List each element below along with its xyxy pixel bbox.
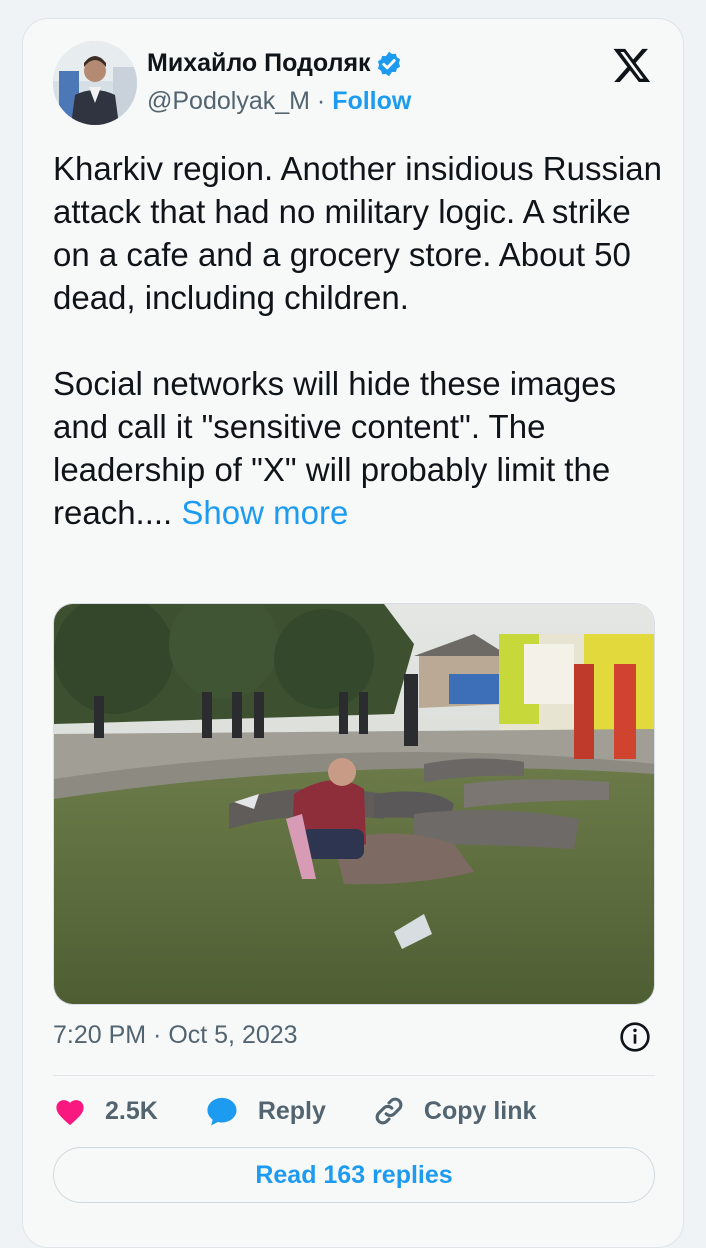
like-count: 2.5K: [105, 1096, 158, 1125]
copy-link-button[interactable]: Copy link: [372, 1094, 537, 1128]
follow-button[interactable]: Follow: [332, 87, 411, 115]
author-handle[interactable]: @Podolyak_M: [147, 87, 310, 115]
link-icon: [375, 1097, 403, 1125]
action-bar: 2.5K Reply Copy link: [53, 1091, 582, 1131]
info-icon[interactable]: [619, 1021, 651, 1053]
verified-badge-icon: [377, 51, 400, 76]
handle-separator: ·: [316, 87, 333, 115]
tweet-text: Kharkiv region. Another insidious Russia…: [53, 147, 665, 534]
tweet-paragraph: Kharkiv region. Another insidious Russia…: [53, 147, 665, 319]
reply-button[interactable]: Reply: [204, 1095, 326, 1127]
reply-label: Reply: [257, 1096, 326, 1125]
reply-bubble-icon: [207, 1097, 237, 1126]
divider: [53, 1075, 655, 1076]
tweet-photo[interactable]: [53, 603, 655, 1005]
avatar[interactable]: [53, 41, 137, 125]
handle-row: @Podolyak_M · Follow: [147, 87, 411, 116]
tweet-card: Михайло Подоляк @Podolyak_M · Follow Kha…: [22, 18, 684, 1248]
tweet-timestamp[interactable]: 7:20 PM · Oct 5, 2023: [53, 1021, 298, 1050]
tweet-paragraph: Social networks will hide these images a…: [53, 362, 665, 534]
author-name-text[interactable]: Михайло Подоляк: [147, 49, 371, 78]
show-more-link[interactable]: Show more: [181, 494, 348, 531]
tweet-paragraph-1: Kharkiv region. Another insidious Russia…: [53, 150, 663, 316]
author-name[interactable]: Михайло Подоляк: [147, 49, 403, 78]
read-replies-label: Read 163 replies: [255, 1160, 453, 1189]
copy-link-label: Copy link: [423, 1096, 537, 1125]
heart-icon: [56, 1100, 84, 1126]
read-replies-button[interactable]: Read 163 replies: [53, 1147, 655, 1203]
like-button[interactable]: 2.5K: [53, 1096, 158, 1126]
x-logo-icon[interactable]: [611, 45, 653, 85]
